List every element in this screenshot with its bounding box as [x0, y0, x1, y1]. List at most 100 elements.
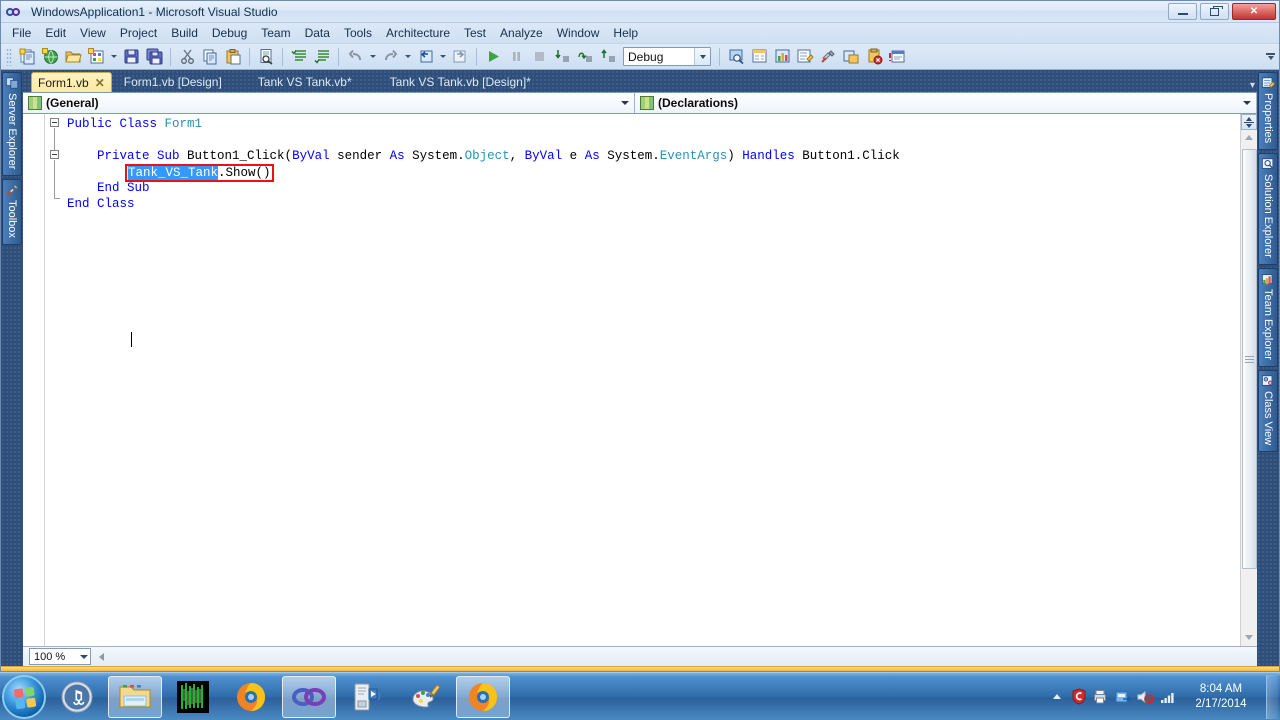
- collapse-box-sub[interactable]: [50, 150, 59, 159]
- menu-analyze[interactable]: Analyze: [493, 24, 550, 42]
- sidebar-item-toolbox[interactable]: Toolbox: [2, 179, 22, 246]
- menu-architecture[interactable]: Architecture: [379, 24, 457, 42]
- copy-icon[interactable]: [199, 46, 221, 68]
- code-text-area[interactable]: Public Class Form1 Private Sub Button1_C…: [67, 114, 1240, 646]
- menu-window[interactable]: Window: [550, 24, 607, 42]
- taskbar-item-visual-studio[interactable]: [282, 675, 336, 718]
- tab-tank-vs-tank-vb-design[interactable]: Tank VS Tank.vb [Design]*: [384, 72, 537, 92]
- comodo-shield-icon[interactable]: [1068, 683, 1090, 711]
- taskbar-item-windows-explorer[interactable]: [108, 675, 162, 718]
- chevron-down-icon[interactable]: [694, 48, 710, 65]
- menu-view[interactable]: View: [73, 24, 113, 42]
- menu-data[interactable]: Data: [298, 24, 337, 42]
- paste-icon[interactable]: [222, 46, 244, 68]
- taskbar-item-media-server[interactable]: [340, 676, 394, 718]
- menu-test[interactable]: Test: [457, 24, 493, 42]
- navigate-dropdown-arrow-icon[interactable]: [437, 46, 448, 68]
- member-scope-dropdown[interactable]: (General): [23, 93, 635, 113]
- menu-tools[interactable]: Tools: [337, 24, 379, 42]
- sidebar-item-solution-explorer[interactable]: Solution Explorer: [1258, 153, 1278, 265]
- collapse-box-class[interactable]: [50, 118, 59, 127]
- solution-explorer-icon[interactable]: [794, 46, 816, 68]
- pause-icon[interactable]: [505, 46, 527, 68]
- undo-dropdown-arrow-icon[interactable]: [367, 46, 378, 68]
- properties-window-icon[interactable]: [748, 46, 770, 68]
- taskbar-item-firefox[interactable]: [224, 676, 278, 718]
- member-list-dropdown[interactable]: (Declarations): [635, 93, 1257, 113]
- open-file-icon[interactable]: [62, 46, 84, 68]
- solution-configuration-combo[interactable]: Debug: [623, 47, 711, 66]
- sidebar-item-server-explorer[interactable]: Server Explorer: [2, 72, 22, 177]
- outlining-margin[interactable]: [45, 114, 67, 646]
- stop-icon[interactable]: [528, 46, 550, 68]
- tab-form1-vb[interactable]: Form1.vb ✕: [31, 72, 112, 92]
- tab-form1-vb-design[interactable]: Form1.vb [Design]: [118, 72, 228, 92]
- object-browser-icon[interactable]: [771, 46, 793, 68]
- menu-build[interactable]: Build: [164, 24, 205, 42]
- dropdown-arrow-icon[interactable]: [108, 46, 119, 68]
- find-symbol-icon[interactable]: [725, 46, 747, 68]
- uncomment-lines-icon[interactable]: [311, 46, 333, 68]
- breakpoints-icon[interactable]: [863, 46, 885, 68]
- comment-lines-icon[interactable]: [288, 46, 310, 68]
- toolbox-icon[interactable]: [817, 46, 839, 68]
- windows-start-orb-icon[interactable]: [2, 674, 46, 719]
- menu-file[interactable]: File: [5, 24, 38, 42]
- new-project-icon[interactable]: [16, 46, 38, 68]
- undo-icon[interactable]: [344, 46, 366, 68]
- toolbar-overflow-icon[interactable]: [1266, 53, 1275, 60]
- menu-team[interactable]: Team: [254, 24, 297, 42]
- scrollbar-thumb[interactable]: [1242, 149, 1257, 569]
- taskbar-item-paint[interactable]: [398, 676, 452, 718]
- redo-icon[interactable]: [379, 46, 401, 68]
- taskbar-item-firefox-window[interactable]: [456, 675, 510, 718]
- navigate-backward-icon[interactable]: [414, 46, 436, 68]
- menu-project[interactable]: Project: [113, 24, 164, 42]
- network-signal-icon[interactable]: [1156, 683, 1178, 711]
- show-desktop-button[interactable]: [1266, 674, 1278, 719]
- vertical-scrollbar[interactable]: [1240, 114, 1257, 646]
- menu-debug[interactable]: Debug: [205, 24, 254, 42]
- safely-remove-hardware-icon[interactable]: [1112, 683, 1134, 711]
- cut-icon[interactable]: [176, 46, 198, 68]
- minimize-button[interactable]: [1168, 3, 1197, 20]
- save-all-icon[interactable]: [143, 46, 165, 68]
- toolbar-grip[interactable]: [6, 47, 12, 66]
- scroll-up-arrow-icon[interactable]: [1241, 130, 1258, 145]
- tab-navigation[interactable]: ▾: [1250, 80, 1255, 91]
- sidebar-item-class-view[interactable]: Class View: [1258, 369, 1278, 453]
- split-window-icon[interactable]: [1241, 114, 1257, 130]
- chevron-down-icon[interactable]: [621, 101, 629, 105]
- menu-edit[interactable]: Edit: [38, 24, 73, 42]
- taskbar-clock[interactable]: 8:04 AM 2/17/2014: [1182, 682, 1260, 712]
- scroll-down-arrow-icon[interactable]: [1241, 630, 1258, 645]
- task-list-icon[interactable]: [886, 46, 908, 68]
- chevron-down-icon[interactable]: [1243, 101, 1251, 105]
- new-web-site-icon[interactable]: [39, 46, 61, 68]
- editor-indicator-margin[interactable]: [23, 114, 45, 646]
- find-in-files-icon[interactable]: [255, 46, 277, 68]
- step-over-icon[interactable]: [574, 46, 596, 68]
- close-button[interactable]: ✕: [1232, 3, 1276, 20]
- restore-button[interactable]: [1200, 3, 1229, 20]
- navigate-forward-icon[interactable]: [449, 46, 471, 68]
- add-new-item-icon[interactable]: [85, 46, 107, 68]
- tab-tank-vs-tank-vb[interactable]: Tank VS Tank.vb*: [252, 72, 358, 92]
- save-icon[interactable]: [120, 46, 142, 68]
- start-debugging-icon[interactable]: [482, 46, 504, 68]
- close-tab-icon[interactable]: ✕: [95, 76, 105, 90]
- sidebar-item-properties[interactable]: Properties: [1258, 72, 1278, 151]
- zoom-level-dropdown[interactable]: 100 %: [29, 648, 91, 665]
- show-hidden-icons-icon[interactable]: [1046, 683, 1068, 711]
- scroll-left-arrow-icon[interactable]: [99, 652, 104, 661]
- redo-dropdown-arrow-icon[interactable]: [402, 46, 413, 68]
- step-out-icon[interactable]: [597, 46, 619, 68]
- menu-help[interactable]: Help: [606, 24, 645, 42]
- error-list-icon[interactable]: [840, 46, 862, 68]
- taskbar-item-itunes[interactable]: [50, 676, 104, 718]
- step-into-icon[interactable]: [551, 46, 573, 68]
- sidebar-item-team-explorer[interactable]: Team Explorer: [1258, 267, 1278, 367]
- printer-icon[interactable]: [1090, 683, 1112, 711]
- volume-muted-icon[interactable]: [1134, 683, 1156, 711]
- chevron-down-icon[interactable]: [80, 655, 88, 659]
